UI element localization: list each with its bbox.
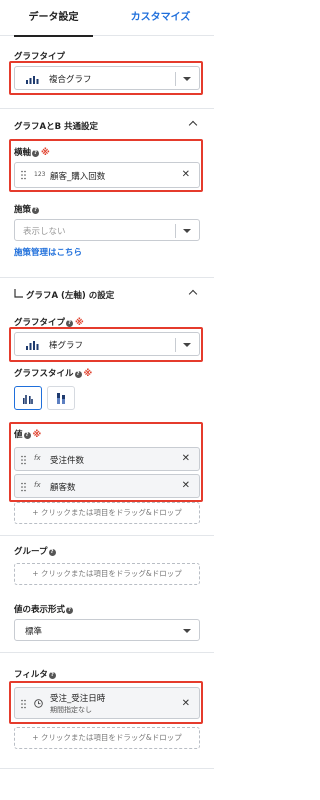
stacked-bar-icon bbox=[57, 393, 65, 404]
style-grouped-bar-option[interactable] bbox=[14, 386, 42, 410]
style-stacked-bar-option[interactable] bbox=[47, 386, 75, 410]
divider bbox=[0, 768, 214, 769]
select-divider bbox=[175, 224, 176, 238]
format-select[interactable]: 標準 bbox=[14, 619, 200, 641]
graph-a-settings-title: グラフA (左軸) の設定 bbox=[26, 291, 115, 301]
chart-axis-icon bbox=[14, 289, 23, 298]
common-settings-title: グラフAとB 共通設定 bbox=[14, 122, 99, 132]
chevron-down-icon[interactable] bbox=[183, 629, 191, 633]
divider bbox=[0, 652, 214, 653]
help-icon[interactable]: ? bbox=[48, 672, 56, 679]
tab-customize[interactable]: カスタマイズ bbox=[107, 0, 214, 36]
highlight-box bbox=[9, 61, 203, 95]
common-settings-header[interactable]: グラフAとB 共通設定 bbox=[0, 108, 214, 140]
highlight-box bbox=[9, 327, 203, 362]
help-icon[interactable]: ? bbox=[32, 207, 40, 214]
measure-select[interactable]: 表示しない bbox=[14, 219, 200, 241]
highlight-box bbox=[9, 422, 203, 502]
help-icon[interactable]: ? bbox=[74, 371, 82, 378]
measure-placeholder: 表示しない bbox=[23, 227, 66, 237]
chevron-up-icon[interactable] bbox=[188, 120, 198, 130]
values-drop-zone[interactable]: + クリックまたは項目をドラッグ&ドロップ bbox=[14, 502, 200, 524]
group-label: グループ? bbox=[14, 547, 56, 557]
group-drop-zone[interactable]: + クリックまたは項目をドラッグ&ドロップ bbox=[14, 563, 200, 585]
graph-style-label: グラフスタイル? ※ bbox=[14, 369, 93, 379]
divider bbox=[0, 535, 214, 536]
chevron-down-icon[interactable] bbox=[183, 229, 191, 233]
help-icon[interactable]: ? bbox=[66, 607, 74, 614]
filter-drop-zone[interactable]: + クリックまたは項目をドラッグ&ドロップ bbox=[14, 727, 200, 749]
filter-label: フィルタ? bbox=[14, 670, 56, 680]
graph-a-settings-header[interactable]: グラフA (左軸) の設定 bbox=[0, 277, 214, 309]
tab-data-settings[interactable]: データ設定 bbox=[0, 0, 107, 37]
highlight-box bbox=[9, 139, 203, 192]
highlight-box bbox=[9, 681, 203, 724]
measure-management-link[interactable]: 施策管理はこちら bbox=[14, 246, 82, 258]
help-icon[interactable]: ? bbox=[66, 320, 74, 327]
format-value: 標準 bbox=[25, 627, 43, 637]
help-icon[interactable]: ? bbox=[48, 549, 56, 556]
chevron-up-icon[interactable] bbox=[188, 289, 198, 299]
format-label: 値の表示形式? bbox=[14, 605, 74, 615]
measure-label: 施策? bbox=[14, 205, 40, 215]
grouped-bar-icon bbox=[23, 395, 33, 404]
tab-bar: データ設定 カスタマイズ bbox=[0, 0, 214, 37]
required-mark: ※ bbox=[83, 369, 93, 379]
